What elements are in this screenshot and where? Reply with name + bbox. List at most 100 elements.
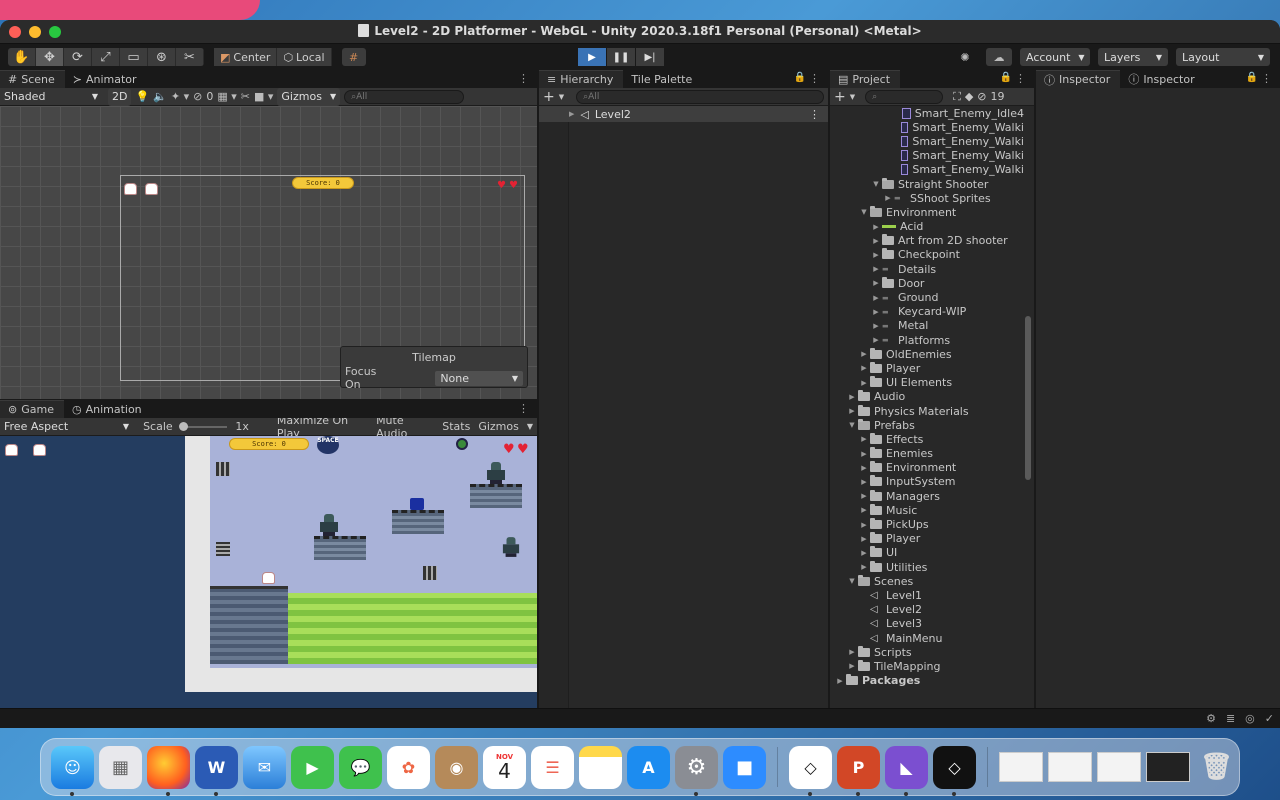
project-item[interactable]: ▶ Packages: [830, 674, 1024, 688]
project-scrollbar[interactable]: [1025, 108, 1031, 694]
chevron-down-icon[interactable]: ▼: [846, 421, 858, 429]
chevron-right-icon[interactable]: ▶: [858, 506, 870, 514]
chevron-right-icon[interactable]: ▶: [870, 308, 882, 316]
visual-studio-icon[interactable]: ◣: [885, 745, 928, 796]
chevron-right-icon[interactable]: ▶: [870, 279, 882, 287]
minimized-window-thumbnail[interactable]: [1048, 752, 1092, 782]
chevron-right-icon[interactable]: ▶: [858, 379, 870, 387]
auto-generate-icon[interactable]: ✓: [1265, 712, 1274, 725]
project-item[interactable]: ▶ ▬ Platforms: [830, 333, 1024, 347]
game-viewport[interactable]: Score: 0 SPACE ♥ ♥: [0, 436, 537, 708]
play-button[interactable]: ▶: [578, 48, 606, 66]
add-icon[interactable]: +: [543, 89, 555, 105]
tab-animation[interactable]: ◷ Animation: [64, 400, 152, 418]
project-item[interactable]: Smart_Enemy_Walki: [830, 149, 1024, 163]
stack-icon[interactable]: ≣: [1226, 712, 1235, 725]
project-item[interactable]: ▶ Checkpoint: [830, 248, 1024, 262]
project-item[interactable]: Smart_Enemy_Walki: [830, 134, 1024, 148]
progress-icon[interactable]: ◎: [1245, 712, 1255, 725]
move-tool-icon[interactable]: ✥: [36, 48, 64, 66]
layout-dropdown[interactable]: Layout ▼: [1176, 48, 1270, 66]
pause-button[interactable]: ❚❚: [607, 48, 635, 66]
scale-slider[interactable]: [178, 421, 228, 431]
project-item[interactable]: ▶ Player: [830, 361, 1024, 375]
firefox-icon[interactable]: [147, 745, 190, 796]
lock-icon[interactable]: 🔒: [794, 72, 806, 83]
shading-mode-dropdown[interactable]: Shaded ▼: [4, 88, 104, 106]
tools-icon[interactable]: ✂: [241, 90, 250, 103]
project-item[interactable]: ▶ InputSystem: [830, 475, 1024, 489]
collab-icon[interactable]: ✺: [952, 48, 978, 66]
more-options-icon[interactable]: ⋮: [809, 72, 820, 85]
chevron-right-icon[interactable]: ▶: [858, 521, 870, 529]
grid-snap-icon[interactable]: #: [341, 48, 366, 66]
project-item[interactable]: ▼ Scenes: [830, 574, 1024, 588]
launchpad-icon[interactable]: ▦: [99, 745, 142, 789]
trash-icon[interactable]: 🗑: [1195, 746, 1238, 789]
stats-toggle[interactable]: Stats: [442, 420, 470, 433]
chevron-right-icon[interactable]: ▶: [858, 563, 870, 571]
more-options-icon[interactable]: ⋮: [1261, 72, 1272, 85]
facetime-icon[interactable]: ▶: [291, 745, 334, 789]
photos-icon[interactable]: ✿: [387, 745, 430, 789]
project-item[interactable]: ▼ Prefabs: [830, 418, 1024, 432]
project-item[interactable]: ◁ MainMenu: [830, 631, 1024, 645]
mode-2d-toggle[interactable]: 2D: [108, 87, 132, 106]
project-item[interactable]: Smart_Enemy_Idle4: [830, 106, 1024, 120]
chevron-down-icon[interactable]: ▼: [870, 180, 882, 188]
project-item[interactable]: ▶ PickUps: [830, 517, 1024, 531]
step-button[interactable]: ▶|: [636, 48, 664, 66]
pivot-center-button[interactable]: ◩ Center: [214, 48, 278, 66]
unity-hub-icon[interactable]: ◇: [789, 745, 832, 796]
tab-project[interactable]: ▤ Project: [830, 70, 901, 88]
project-item[interactable]: ▼ Environment: [830, 205, 1024, 219]
chevron-down-icon[interactable]: ▼: [858, 208, 870, 216]
hidden-packages-icon[interactable]: ⊘: [977, 90, 986, 103]
chevron-right-icon[interactable]: ▶: [846, 648, 858, 656]
finder-icon[interactable]: ☺: [51, 745, 94, 796]
project-item[interactable]: ▶ Effects: [830, 432, 1024, 446]
hierarchy-search-input[interactable]: ⌕ All: [576, 89, 824, 104]
chevron-right-icon[interactable]: ▶: [858, 535, 870, 543]
project-item[interactable]: ▶ TileMapping: [830, 659, 1024, 673]
minimized-window-thumbnail[interactable]: [999, 752, 1043, 782]
scale-slider-handle[interactable]: [178, 421, 188, 431]
tab-hierarchy[interactable]: ≡ Hierarchy: [539, 70, 624, 88]
chevron-down-icon[interactable]: ▼: [527, 422, 533, 431]
project-item[interactable]: ▶ ▬ Keycard-WIP: [830, 305, 1024, 319]
project-item[interactable]: ▶ Player: [830, 532, 1024, 546]
project-item[interactable]: ▶ Scripts: [830, 645, 1024, 659]
project-item[interactable]: ◁ Level3: [830, 617, 1024, 631]
chevron-right-icon[interactable]: ▶: [870, 237, 882, 245]
chevron-right-icon[interactable]: ▶: [569, 110, 574, 118]
grid-toggle-icon[interactable]: ▦ ▾: [217, 90, 236, 103]
transform-tool-icon[interactable]: ⊛: [148, 48, 176, 66]
lock-icon[interactable]: 🔒: [1246, 72, 1258, 83]
chevron-right-icon[interactable]: ▶: [870, 223, 882, 231]
audio-toggle-icon[interactable]: 🔈: [153, 90, 167, 103]
more-options-icon[interactable]: ⋮: [518, 72, 529, 85]
lighting-toggle-icon[interactable]: 💡: [135, 90, 149, 103]
chevron-right-icon[interactable]: ▶: [870, 336, 882, 344]
hierarchy-item-level2[interactable]: ▶ ◁ Level2 ⋮: [539, 106, 828, 122]
chevron-right-icon[interactable]: ▶: [870, 265, 882, 273]
chevron-right-icon[interactable]: ▶: [858, 549, 870, 557]
tab-animator[interactable]: ≻ Animator: [65, 70, 147, 88]
cloud-icon[interactable]: ☁: [986, 48, 1012, 66]
unity-icon[interactable]: ◇: [933, 745, 976, 796]
visibility-icon[interactable]: ⊘: [193, 90, 202, 103]
gizmos-dropdown[interactable]: Gizmos ▼: [277, 87, 341, 106]
filter-by-type-icon[interactable]: ⛶: [953, 90, 961, 104]
project-item[interactable]: ▶ UI Elements: [830, 376, 1024, 390]
chevron-right-icon[interactable]: ▶: [870, 251, 882, 259]
more-options-icon[interactable]: ⋮: [809, 108, 820, 121]
project-item[interactable]: ▶ ▬ Details: [830, 262, 1024, 276]
scrollbar-thumb[interactable]: [1025, 316, 1031, 480]
aspect-dropdown[interactable]: Free Aspect ▼: [4, 418, 135, 436]
rotate-tool-icon[interactable]: ⟳: [64, 48, 92, 66]
system-preferences-icon[interactable]: ⚙: [675, 745, 718, 796]
chevron-right-icon[interactable]: ▶: [858, 450, 870, 458]
chevron-right-icon[interactable]: ▶: [846, 407, 858, 415]
zoom-icon[interactable]: ■: [723, 745, 766, 789]
project-item[interactable]: ▶ Audio: [830, 390, 1024, 404]
